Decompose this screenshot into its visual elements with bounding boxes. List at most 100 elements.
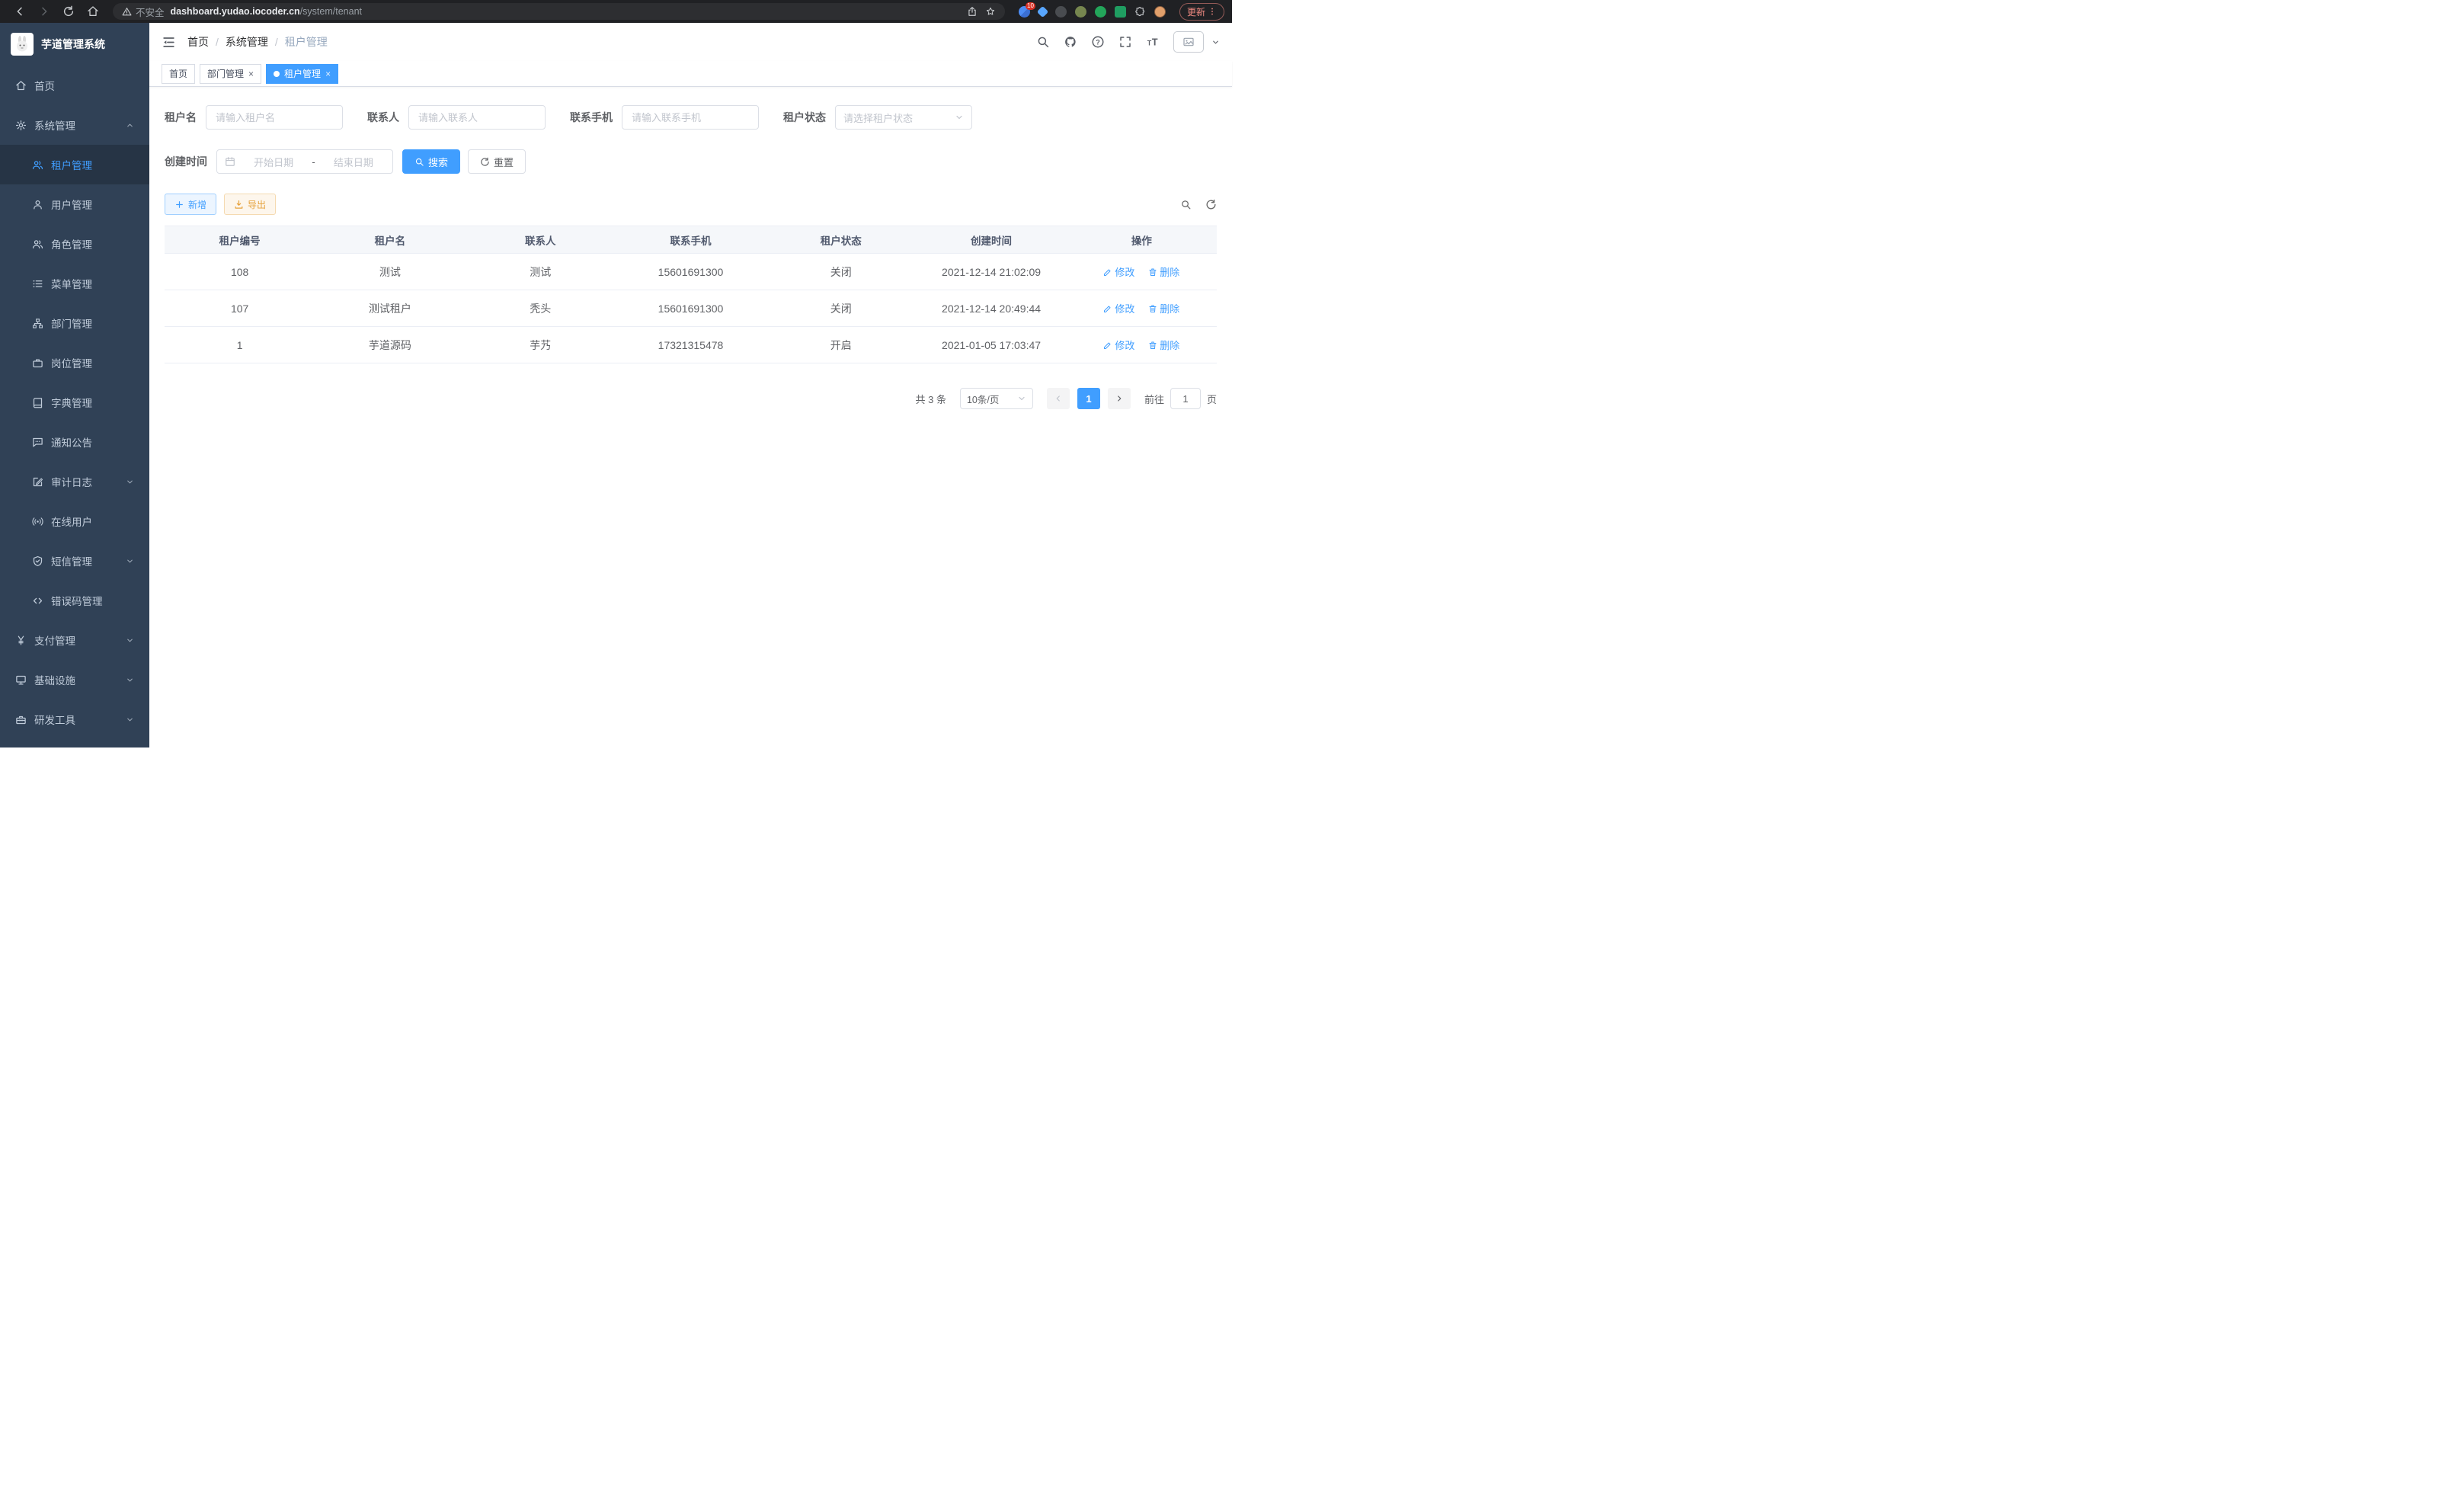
contact-label: 联系人 [367,110,399,125]
page-unit-label: 页 [1207,392,1217,406]
extension-icon[interactable]: 10 [1019,6,1030,18]
tenant-name-input[interactable] [206,105,343,130]
sidebar-item-notice[interactable]: 通知公告 [0,422,149,462]
filter-row-1: 租户名 联系人 联系手机 租户状态 请选择租户状态 [165,105,1217,130]
back-icon[interactable] [14,5,26,18]
tab-tenant[interactable]: 租户管理 × [266,64,338,84]
extension-badge: 10 [1026,2,1035,10]
sidebar-toggle-icon[interactable] [162,35,176,50]
sidebar-item-devtools[interactable]: 研发工具 [0,699,149,739]
contact-input[interactable] [408,105,546,130]
filter-tenant-name: 租户名 [165,105,343,130]
tab-home[interactable]: 首页 [162,64,195,84]
sidebar-item-menu[interactable]: 菜单管理 [0,264,149,303]
fullscreen-icon[interactable] [1118,35,1132,49]
toolbox-icon [15,714,27,725]
goto-label: 前往 [1144,392,1164,406]
sidebar-item-dept[interactable]: 部门管理 [0,303,149,343]
close-icon[interactable]: × [248,69,254,78]
user-avatar[interactable] [1173,31,1204,53]
edit-link[interactable]: 修改 [1103,264,1134,279]
refresh-icon[interactable] [1205,199,1217,210]
github-icon[interactable] [1064,35,1077,49]
add-button[interactable]: 新增 [165,194,216,215]
forward-icon[interactable] [38,5,50,18]
cell-created: 2021-12-14 20:49:44 [916,290,1066,327]
delete-link[interactable]: 删除 [1148,264,1179,279]
page-size-select[interactable]: 10条/页 [960,388,1033,409]
sidebar-item-error-code[interactable]: 错误码管理 [0,581,149,620]
breadcrumb-system[interactable]: 系统管理 [226,34,268,50]
sidebar-item-tenant[interactable]: 租户管理 [0,145,149,184]
address-bar[interactable]: 不安全 dashboard.yudao.iocoder.cn/system/te… [113,3,1005,20]
cell-mobile: 17321315478 [616,327,766,363]
filter-contact: 联系人 [367,105,546,130]
next-page-button[interactable] [1108,388,1131,409]
sidebar-item-label: 审计日志 [51,474,92,489]
sidebar-item-post[interactable]: 岗位管理 [0,343,149,383]
share-icon[interactable] [967,6,978,17]
close-icon[interactable]: × [325,69,331,78]
user-icon [32,199,43,210]
date-range-picker[interactable]: 开始日期 - 结束日期 [216,149,393,174]
extension-icon[interactable] [1075,6,1086,18]
tab-dept[interactable]: 部门管理 × [200,64,261,84]
status-select[interactable]: 请选择租户状态 [835,105,972,130]
sidebar-item-infra[interactable]: 基础设施 [0,660,149,699]
goto-page-input[interactable] [1170,388,1201,409]
search-icon[interactable] [1036,35,1050,49]
caret-down-icon[interactable] [1211,38,1220,46]
update-button[interactable]: 更新 [1179,3,1224,21]
browser-profile-avatar[interactable] [1154,6,1166,18]
breadcrumb-home[interactable]: 首页 [187,34,209,50]
extension-icon[interactable] [1115,6,1126,18]
sidebar-item-online-users[interactable]: 在线用户 [0,501,149,541]
reload-icon[interactable] [62,5,75,18]
security-chip[interactable]: 不安全 [122,5,165,19]
browser-home-icon[interactable] [87,5,99,18]
extension-icon[interactable] [1095,6,1106,18]
delete-link[interactable]: 删除 [1148,338,1179,352]
prev-page-button[interactable] [1047,388,1070,409]
broadcast-icon [32,516,43,527]
font-size-icon[interactable] [1146,35,1160,49]
edit-link[interactable]: 修改 [1103,338,1134,352]
tab-label: 首页 [169,67,187,80]
url-domain: dashboard.yudao.iocoder.cn [171,6,300,17]
monitor-icon [15,674,27,686]
export-button[interactable]: 导出 [224,194,276,215]
table-row: 1 芋道源码 芋艿 17321315478 开启 2021-01-05 17:0… [165,327,1217,363]
col-actions: 操作 [1067,226,1217,254]
edit-link[interactable]: 修改 [1103,301,1134,315]
extension-icon[interactable] [1037,5,1049,18]
chevron-down-icon [126,478,134,486]
sidebar-item-dict[interactable]: 字典管理 [0,383,149,422]
toggle-search-icon[interactable] [1180,199,1192,210]
shield-icon [32,555,43,567]
delete-link[interactable]: 删除 [1148,301,1179,315]
sidebar-item-label: 在线用户 [51,514,92,529]
sidebar-item-user[interactable]: 用户管理 [0,184,149,224]
sidebar-item-home[interactable]: 首页 [0,66,149,105]
chevron-down-icon [126,557,134,565]
extension-icon[interactable] [1055,6,1067,18]
sidebar-item-role[interactable]: 角色管理 [0,224,149,264]
tab-label: 部门管理 [207,67,244,80]
sidebar: 芋道管理系统 首页 系统管理 租户管理 用户管理 角色管理 菜单管理 部门管理 … [0,23,149,748]
page-number-1[interactable]: 1 [1077,388,1100,409]
page-size-value: 10条/页 [967,392,999,406]
puzzle-icon[interactable] [1134,6,1146,18]
search-button[interactable]: 搜索 [402,149,460,174]
sidebar-item-sms[interactable]: 短信管理 [0,541,149,581]
reset-button[interactable]: 重置 [468,149,526,174]
date-end-placeholder: 结束日期 [322,155,385,169]
mobile-input[interactable] [622,105,759,130]
sidebar-item-system[interactable]: 系统管理 [0,105,149,145]
help-icon[interactable] [1091,35,1105,49]
menu-dots-icon [1208,7,1217,16]
bookmark-star-icon[interactable] [985,6,996,17]
sidebar-item-audit-log[interactable]: 审计日志 [0,462,149,501]
sidebar-item-payment[interactable]: 支付管理 [0,620,149,660]
org-tree-icon [32,318,43,329]
sidebar-item-label: 字典管理 [51,395,92,410]
